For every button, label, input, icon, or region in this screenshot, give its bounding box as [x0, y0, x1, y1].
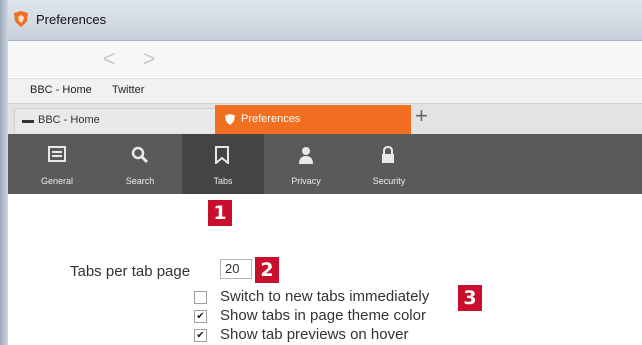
- preferences-content: Tabs per tab page 20 Switch to new tabs …: [8, 194, 642, 345]
- preferences-toolbar: General Search Tabs Privacy Security: [8, 134, 642, 194]
- tab-security[interactable]: Security: [348, 134, 430, 194]
- tab-label: Preferences: [241, 113, 301, 125]
- tab-tabs[interactable]: Tabs: [182, 134, 264, 194]
- callout-badge-3: 3: [458, 285, 482, 311]
- theme-color-checkbox[interactable]: ✔: [194, 310, 207, 323]
- tab-bbc-home[interactable]: BBC - Home: [14, 108, 216, 133]
- navigation-bar: < >: [8, 41, 642, 77]
- tool-label: General: [40, 176, 74, 186]
- tabs-per-page-label: Tabs per tab page: [70, 263, 191, 280]
- bookmark-bbc-home[interactable]: BBC - Home: [30, 84, 92, 96]
- preferences-window: Preferences < > BBC - Home Twitter BBC -…: [0, 0, 642, 345]
- tab-privacy[interactable]: Privacy: [265, 134, 347, 194]
- bookmarks-bar: BBC - Home Twitter: [8, 78, 642, 103]
- tab-label: BBC - Home: [38, 114, 100, 126]
- checkbox-label: Switch to new tabs immediately: [220, 288, 430, 305]
- tool-label: Search: [125, 176, 155, 186]
- general-icon: [48, 146, 66, 162]
- switch-new-tabs-checkbox[interactable]: [194, 291, 207, 304]
- tool-label: Security: [372, 176, 406, 186]
- window-left-border: [0, 0, 8, 345]
- title-bar: Preferences: [8, 0, 642, 41]
- bookmark-icon: [215, 146, 229, 164]
- checkbox-label: Show tabs in page theme color: [220, 307, 426, 324]
- preferences-favicon-icon: [225, 114, 235, 125]
- tab-strip: BBC - Home Preferences +: [8, 103, 642, 134]
- bbc-favicon-icon: [22, 120, 34, 123]
- tab-search[interactable]: Search: [99, 134, 181, 194]
- tab-previews-checkbox[interactable]: ✔: [194, 329, 207, 342]
- forward-button[interactable]: >: [136, 46, 162, 72]
- window-title: Preferences: [36, 12, 107, 27]
- tool-label: Tabs: [213, 176, 233, 186]
- search-icon: [131, 146, 149, 164]
- bookmark-twitter[interactable]: Twitter: [112, 84, 144, 96]
- back-button[interactable]: <: [96, 46, 122, 72]
- tool-label: Privacy: [291, 176, 321, 186]
- tab-preferences[interactable]: Preferences: [215, 105, 411, 134]
- checkbox-label: Show tab previews on hover: [220, 326, 409, 343]
- brave-shield-icon: [14, 11, 28, 27]
- lock-icon: [382, 146, 394, 163]
- tabs-per-page-input[interactable]: 20: [220, 259, 252, 279]
- new-tab-button[interactable]: +: [415, 103, 428, 129]
- callout-badge-2: 2: [255, 257, 279, 283]
- callout-badge-1: 1: [208, 200, 232, 226]
- person-icon: [299, 147, 313, 164]
- tab-general[interactable]: General: [16, 134, 98, 194]
